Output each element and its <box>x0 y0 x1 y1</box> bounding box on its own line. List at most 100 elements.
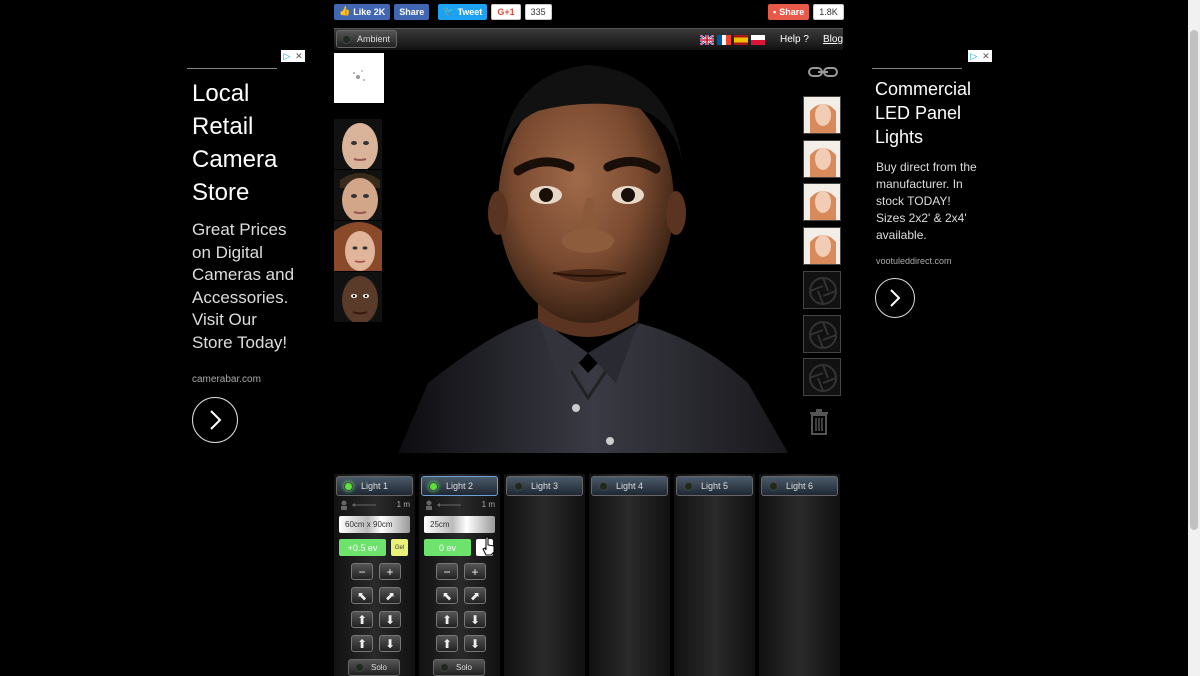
led-off-icon <box>440 663 449 672</box>
trash-icon <box>810 409 828 435</box>
empty-slot-1[interactable] <box>803 271 841 309</box>
empty-slot-2[interactable] <box>803 315 841 353</box>
tilt-up-left-button[interactable]: ⬆ <box>351 611 373 628</box>
share-count: 1.8K <box>813 3 844 20</box>
rotate-right-button[interactable]: ⬈ <box>464 587 486 604</box>
exposure-value[interactable]: 0 ev <box>424 539 471 556</box>
move-up-button[interactable]: ⬆ <box>351 635 373 652</box>
arrow-up-icon: ⬆ <box>441 612 453 627</box>
portrait-render[interactable] <box>388 53 788 453</box>
light-5-toggle[interactable]: Light 5 <box>676 476 753 496</box>
move-down-button[interactable]: ⬇ <box>464 635 486 652</box>
move-up-button[interactable]: ⬆ <box>436 635 458 652</box>
ad-right[interactable]: ▷ ✕ Commercial LED Panel Lights Buy direc… <box>872 48 994 318</box>
social-bar-right: ▪ Share 1.8K <box>768 3 844 20</box>
ad-choices-icon[interactable]: ▷ ✕ <box>281 50 305 62</box>
saved-setup-thumb-3[interactable] <box>803 183 841 221</box>
share-button[interactable]: ▪ Share <box>768 3 810 20</box>
power-down-button[interactable]: − <box>351 563 373 580</box>
power-down-button[interactable]: − <box>436 563 458 580</box>
tweet-button[interactable]: 🐦 Tweet <box>438 3 488 20</box>
led-on-icon <box>344 482 353 491</box>
tilt-down-right-button[interactable]: ⬇ <box>464 611 486 628</box>
top-toolbar: Ambient Help ? Blog <box>334 28 843 50</box>
move-down-button[interactable]: ⬇ <box>379 635 401 652</box>
light-4-toggle[interactable]: Light 4 <box>591 476 668 496</box>
saved-setup-thumb-1[interactable] <box>803 96 841 134</box>
portrait-thumb-icon <box>804 97 840 133</box>
aperture-icon <box>804 316 840 352</box>
face-model-thumb-3[interactable] <box>334 221 382 271</box>
light-6-toggle[interactable]: Light 6 <box>761 476 838 496</box>
aperture-icon <box>804 272 840 308</box>
arrow-down-icon: ⬇ <box>384 636 396 651</box>
ad-domain[interactable]: vootuleddirect.com <box>872 256 994 266</box>
arrow-up-icon: ⬆ <box>356 636 368 651</box>
blog-link[interactable]: Blog <box>823 34 843 45</box>
link-toggle[interactable] <box>808 65 838 83</box>
solo-button[interactable]: Solo <box>348 659 400 676</box>
help-link[interactable]: Help ? <box>780 34 809 45</box>
led-on-icon <box>429 482 438 491</box>
portrait-thumb-icon <box>804 228 840 264</box>
delete-button[interactable] <box>809 409 829 440</box>
rotate-left-button[interactable]: ⬉ <box>436 587 458 604</box>
face-model-thumb-2[interactable] <box>334 170 382 220</box>
saved-setup-thumb-4[interactable] <box>803 227 841 265</box>
solo-button[interactable]: Solo <box>433 659 485 676</box>
page-scrollbar[interactable] <box>1188 0 1200 676</box>
light-modifier-select[interactable]: 25cm <box>424 516 495 533</box>
distance-slider[interactable] <box>425 500 465 510</box>
portrait-thumb-icon <box>804 141 840 177</box>
social-bar-left: 👍 Like 2K Share 🐦 Tweet G+1 335 <box>334 3 552 20</box>
facebook-like-button[interactable]: 👍 Like 2K <box>334 3 391 20</box>
light-panel-2: Light 2 1 m 25cm 0 ev − + ⬉ ⬈ ⬆ ⬇ ⬆ ⬇ So… <box>419 474 500 676</box>
light-modifier-select[interactable]: 60cm x 90cm <box>339 516 410 533</box>
ad-choices-icon[interactable]: ▷ ✕ <box>968 50 992 62</box>
france-flag-icon[interactable] <box>717 35 731 45</box>
power-up-button[interactable]: + <box>379 563 401 580</box>
spain-flag-icon[interactable] <box>734 35 748 45</box>
ad-domain[interactable]: camerabar.com <box>187 374 307 385</box>
light-panel-3: Light 3 <box>504 474 585 676</box>
light-2-toggle[interactable]: Light 2 <box>421 476 498 496</box>
uk-flag-icon[interactable] <box>700 35 714 45</box>
google-plus-button[interactable]: G+1 <box>491 3 521 20</box>
ambient-led-icon <box>342 35 351 44</box>
power-up-button[interactable]: + <box>464 563 486 580</box>
light-panel-4: Light 4 <box>589 474 670 676</box>
ad-left[interactable]: ▷ ✕ Local Retail Camera Store Great Price… <box>187 48 307 443</box>
ambient-toggle[interactable]: Ambient <box>336 30 398 48</box>
empty-slot-3[interactable] <box>803 358 841 396</box>
rotate-left-button[interactable]: ⬉ <box>351 587 373 604</box>
light-1-toggle[interactable]: Light 1 <box>336 476 413 496</box>
lighting-diagram-preview[interactable] <box>334 53 384 103</box>
curved-arrow-left-icon: ⬉ <box>356 588 368 603</box>
ad-divider <box>187 68 277 69</box>
ad-next-button[interactable] <box>875 278 915 318</box>
light-panel-6: Light 6 <box>759 474 840 676</box>
face-model-thumb-1[interactable] <box>334 119 382 169</box>
ad-title[interactable]: Commercial LED Panel Lights <box>872 77 994 149</box>
scrollbar-thumb[interactable] <box>1190 30 1198 530</box>
distance-slider[interactable] <box>340 500 380 510</box>
led-off-icon <box>599 482 608 491</box>
tilt-down-right-button[interactable]: ⬇ <box>379 611 401 628</box>
light-panel-5: Light 5 <box>674 474 755 676</box>
gel-button[interactable]: Gel <box>391 539 408 556</box>
led-off-icon <box>355 663 364 672</box>
rotate-right-button[interactable]: ⬈ <box>379 587 401 604</box>
led-off-icon <box>514 482 523 491</box>
tilt-up-left-button[interactable]: ⬆ <box>436 611 458 628</box>
face-model-icon <box>334 221 382 271</box>
ad-title[interactable]: Local Retail Camera Store <box>187 77 297 209</box>
poland-flag-icon[interactable] <box>751 35 765 45</box>
ad-next-button[interactable] <box>192 397 238 443</box>
exposure-value[interactable]: +0.5 ev <box>339 539 386 556</box>
saved-setup-thumb-2[interactable] <box>803 140 841 178</box>
light-3-toggle[interactable]: Light 3 <box>506 476 583 496</box>
face-model-icon <box>334 170 382 220</box>
face-model-thumb-4[interactable] <box>334 272 382 322</box>
facebook-share-button[interactable]: Share <box>394 3 430 20</box>
hand-cursor-icon <box>482 536 495 556</box>
